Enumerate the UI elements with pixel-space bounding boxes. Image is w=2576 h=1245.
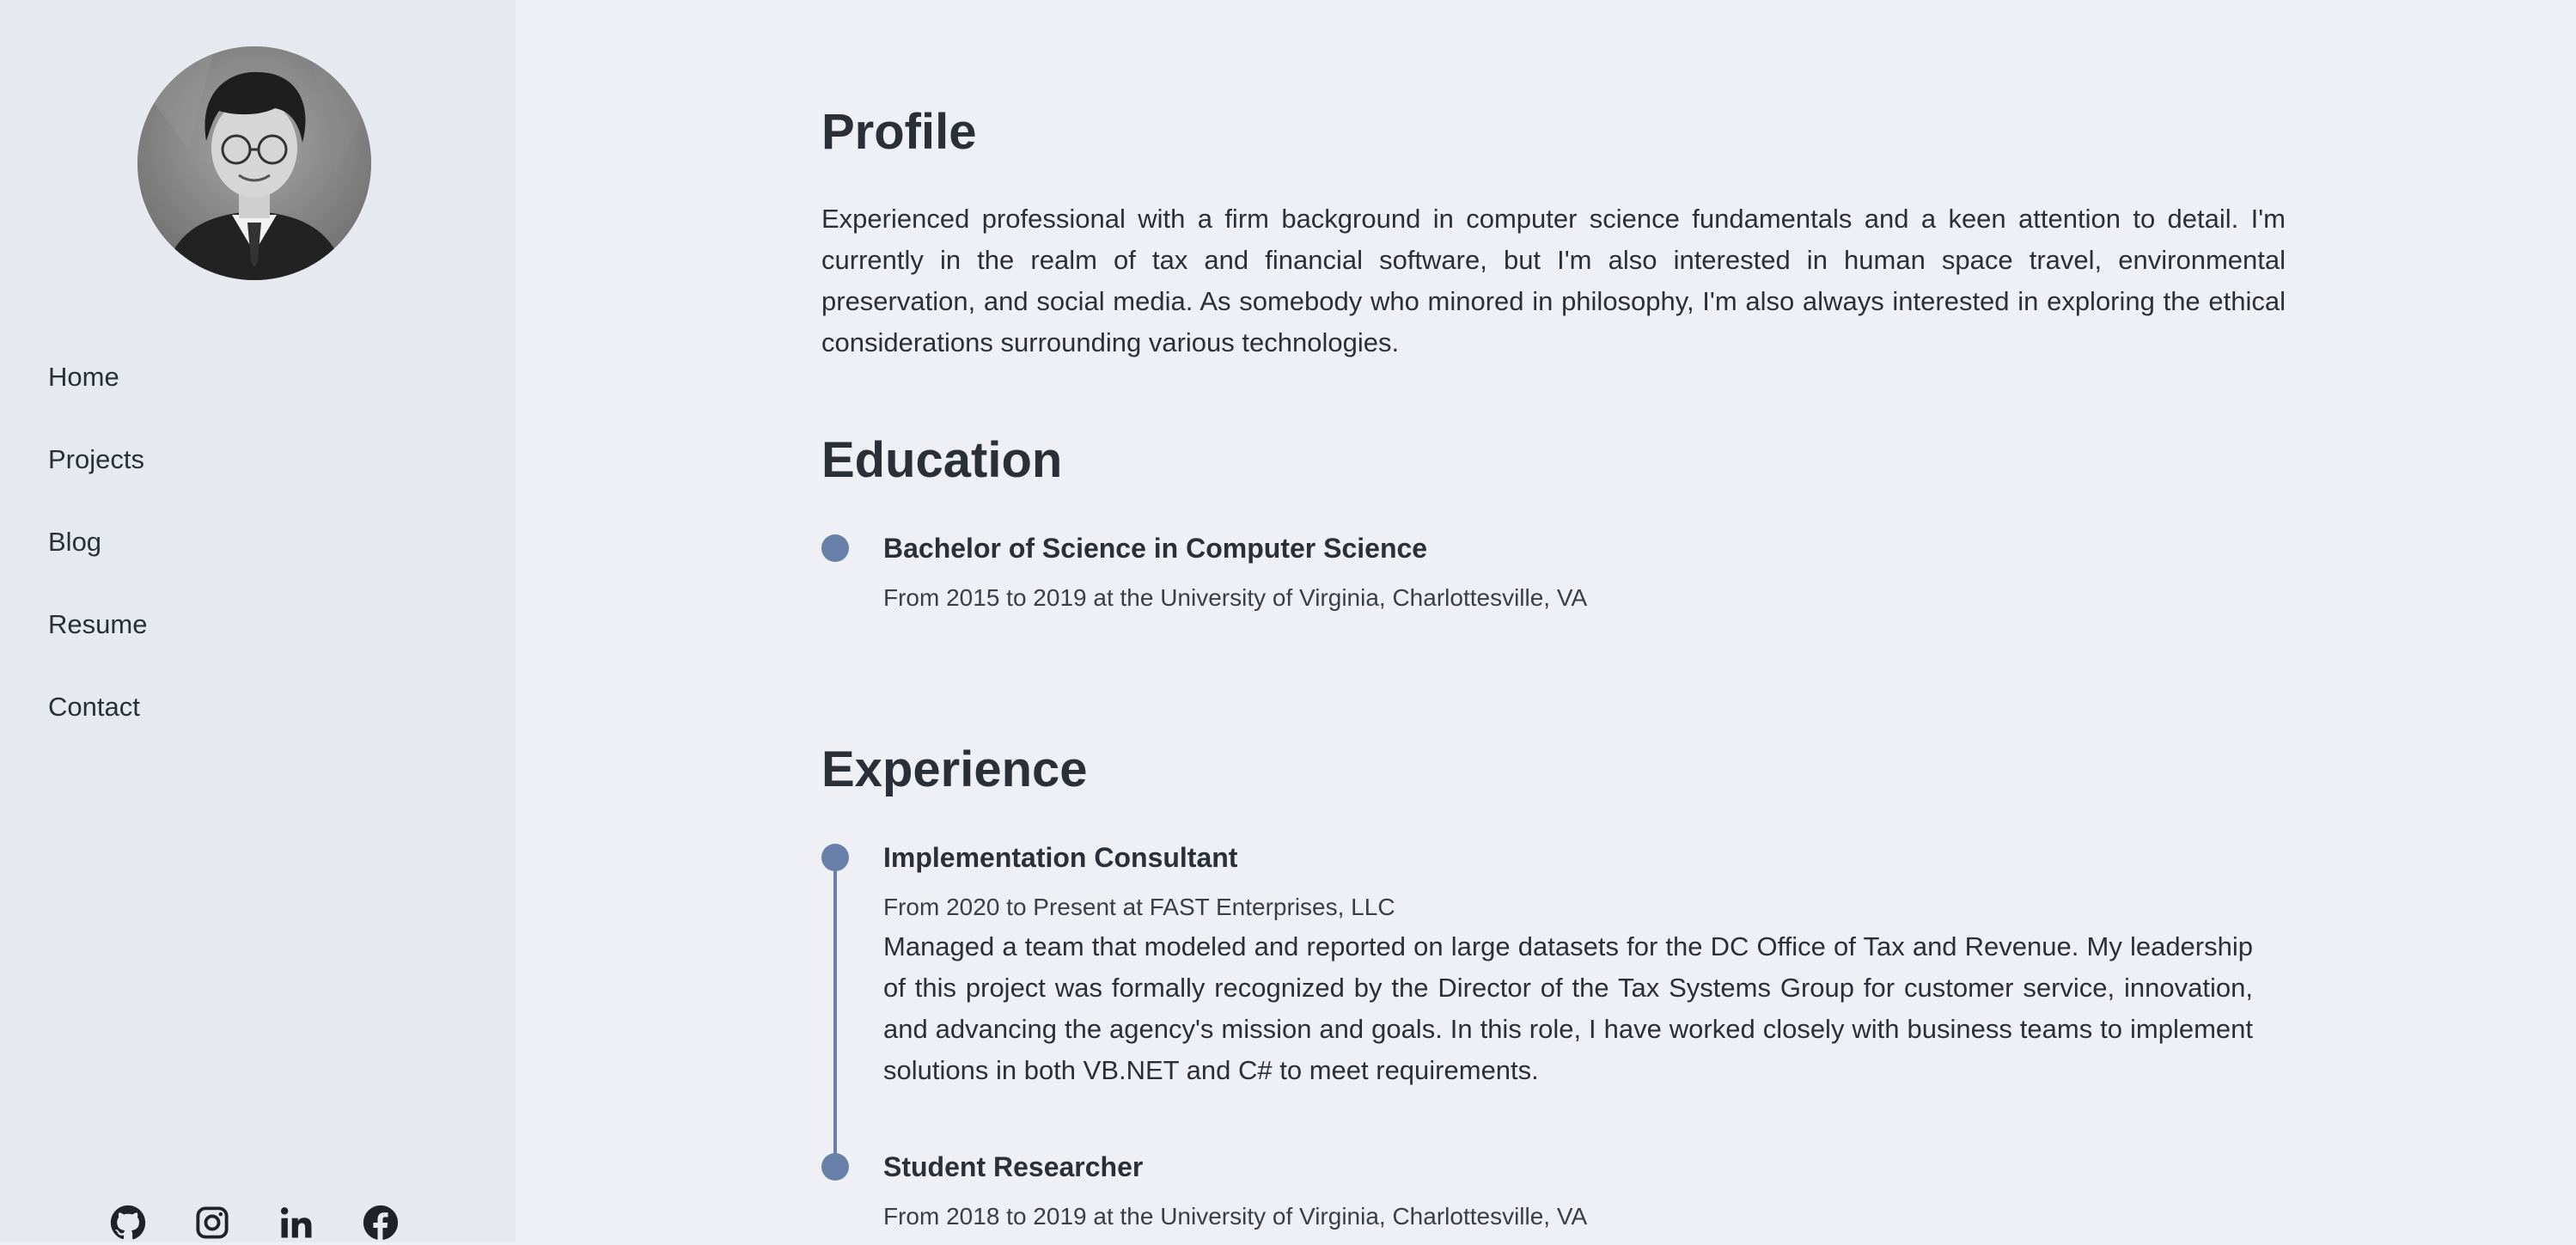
experience-title-1: Implementation Consultant	[883, 842, 1238, 873]
nav-item-contact[interactable]: Contact	[48, 680, 147, 763]
experience-timeline-dot-2	[821, 1153, 849, 1181]
education-timeline-dot	[821, 534, 849, 562]
sidebar-nav: Home Projects Blog Resume Contact	[48, 351, 147, 763]
experience-timeline-line	[833, 857, 837, 1167]
education-subtitle: From 2015 to 2019 at the University of V…	[883, 584, 1588, 611]
experience-title-2: Student Researcher	[883, 1151, 1144, 1182]
linkedin-icon[interactable]	[278, 1205, 314, 1241]
experience-timeline-dot-1	[821, 844, 849, 871]
nav-item-blog[interactable]: Blog	[48, 516, 147, 598]
experience-subtitle-1: From 2020 to Present at FAST Enterprises…	[883, 894, 1395, 920]
nav-item-home[interactable]: Home	[48, 351, 147, 433]
education-title: Bachelor of Science in Computer Science	[883, 533, 1428, 564]
github-icon[interactable]	[110, 1205, 146, 1241]
nav-item-projects[interactable]: Projects	[48, 433, 147, 516]
profile-text: Experienced professional with a firm bac…	[821, 204, 2286, 357]
experience-description-1: Managed a team that modeled and reported…	[883, 931, 2253, 1085]
experience-subtitle-2: From 2018 to 2019 at the University of V…	[883, 1203, 1588, 1230]
education-heading: Education	[821, 432, 1063, 488]
social-links	[110, 1205, 399, 1241]
portrait-photo	[137, 46, 371, 280]
facebook-icon[interactable]	[363, 1205, 399, 1241]
sidebar: Home Projects Blog Resume Contact	[0, 0, 516, 1242]
avatar	[137, 46, 371, 280]
experience-heading: Experience	[821, 742, 1088, 797]
profile-heading: Profile	[821, 104, 977, 160]
nav-item-resume[interactable]: Resume	[48, 598, 147, 680]
instagram-icon[interactable]	[194, 1205, 230, 1241]
